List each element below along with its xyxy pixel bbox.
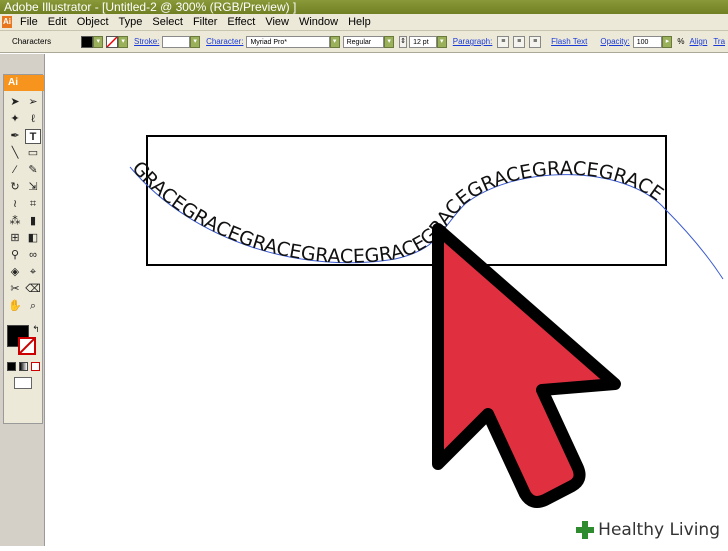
color-mode-icon[interactable] [7,362,16,371]
zoom-tool-icon[interactable]: ⌕ [25,299,41,314]
selection-tool-icon[interactable]: ➤ [7,95,23,110]
mesh-tool-icon[interactable]: ⊞ [7,231,23,246]
slice-tool-icon[interactable]: ✂ [7,282,23,297]
menu-bar: Ai File Edit Object Type Select Filter E… [0,14,728,31]
none-slash-icon [19,338,35,354]
align-left-icon[interactable]: ≡ [497,35,510,48]
live-paint-selection-tool-icon[interactable]: ⌖ [25,265,41,280]
opacity-link[interactable]: Opacity: [600,37,629,46]
rotate-tool-icon[interactable]: ↻ [7,180,23,195]
watermark-text: Healthy Living [598,520,720,540]
menu-filter[interactable]: Filter [188,14,222,31]
menu-file[interactable]: File [15,14,43,31]
font-family-field[interactable]: Myriad Pro* [246,35,330,48]
symbol-sprayer-tool-icon[interactable]: ⁂ [7,214,23,229]
menu-type[interactable]: Type [114,14,148,31]
mouse-pointer-icon [432,223,621,508]
warp-tool-icon[interactable]: ≀ [7,197,23,212]
live-paint-tool-icon[interactable]: ◈ [7,265,23,280]
menu-edit[interactable]: Edit [43,14,72,31]
tools-panel: Ai ➤ ➢ ✦ ℓ ✒ T ╲ ▭ ∕ ✎ ↻ ⇲ ≀ ⌗ ⁂ ▮ ⊞ ◧ ⚲… [3,74,44,424]
type-tool-icon[interactable]: T [25,129,41,144]
magic-wand-tool-icon[interactable]: ✦ [7,112,23,127]
fill-dropdown-icon[interactable]: ▾ [93,35,104,48]
gradient-mode-icon[interactable] [19,362,28,371]
lasso-tool-icon[interactable]: ℓ [25,112,41,127]
stroke-weight-field[interactable] [162,35,191,48]
font-size-stepper-icon[interactable]: ⇕ [399,35,408,48]
eraser-tool-icon[interactable]: ⌫ [25,282,41,297]
direct-selection-tool-icon[interactable]: ➢ [25,95,41,110]
opacity-dropdown-icon[interactable]: ▸ [662,35,673,48]
scale-tool-icon[interactable]: ⇲ [25,180,41,195]
control-bar: Characters ▾ ▾ Stroke: ▾ Character: Myri… [0,31,728,53]
type-on-path-text[interactable]: GRACEGRACEGRACEGRACEGRACEGRACEGRACEGRACE… [128,157,668,268]
pencil-tool-icon[interactable]: ✎ [25,163,41,178]
align-center-icon[interactable]: ≡ [513,35,526,48]
stroke-color-box[interactable] [18,337,36,355]
left-panel: Ai ➤ ➢ ✦ ℓ ✒ T ╲ ▭ ∕ ✎ ↻ ⇲ ≀ ⌗ ⁂ ▮ ⊞ ◧ ⚲… [0,54,45,546]
align-link[interactable]: Align [690,37,708,46]
font-size-field[interactable]: 12 pt [409,35,437,48]
stroke-color-dropdown-icon[interactable]: ▾ [118,35,129,48]
opacity-unit: % [677,37,685,46]
menu-view[interactable]: View [260,14,294,31]
transform-link[interactable]: Tra [713,37,725,46]
path-text-content: GRACEGRACEGRACEGRACEGRACEGRACEGRACEGRACE… [128,157,668,268]
paintbrush-tool-icon[interactable]: ∕ [7,163,23,178]
menu-object[interactable]: Object [72,14,114,31]
artboard-canvas[interactable]: GRACEGRACEGRACEGRACEGRACEGRACEGRACEGRACE… [45,54,728,546]
opacity-field[interactable]: 100 [632,35,663,48]
plus-icon [576,521,595,539]
stroke-link[interactable]: Stroke: [134,37,159,46]
menu-help[interactable]: Help [343,14,376,31]
fill-swatch[interactable] [81,35,94,48]
rectangle-tool-icon[interactable]: ▭ [25,146,41,161]
swap-colors-icon[interactable]: ↰ [31,322,41,337]
free-transform-tool-icon[interactable]: ⌗ [25,197,41,212]
blend-tool-icon[interactable]: ∞ [25,248,41,263]
app-icon[interactable]: Ai [2,16,12,28]
menu-select[interactable]: Select [147,14,188,31]
stroke-swatch[interactable] [106,35,119,48]
no-stroke-icon [107,36,118,47]
column-graph-tool-icon[interactable]: ▮ [25,214,41,229]
hand-tool-icon[interactable]: ✋ [7,299,23,314]
font-size-dropdown-icon[interactable]: ▾ [436,35,447,48]
flash-text-link[interactable]: Flash Text [551,37,587,46]
align-right-icon[interactable]: ≡ [529,35,542,48]
line-tool-icon[interactable]: ╲ [7,146,23,161]
character-link[interactable]: Character: [206,37,243,46]
screen-mode-icon[interactable] [14,377,32,389]
gradient-tool-icon[interactable]: ◧ [25,231,41,246]
menu-effect[interactable]: Effect [222,14,260,31]
stroke-weight-dropdown-icon[interactable]: ▾ [190,35,201,48]
font-style-field[interactable]: Regular [342,35,385,48]
eyedropper-tool-icon[interactable]: ⚲ [7,248,23,263]
ai-logo: Ai [4,75,44,91]
menu-window[interactable]: Window [294,14,343,31]
window-title: Adobe Illustrator - [Untitled-2 @ 300% (… [4,0,297,14]
font-style-dropdown-icon[interactable]: ▾ [384,35,395,48]
pen-tool-icon[interactable]: ✒ [7,129,23,144]
artwork: GRACEGRACEGRACEGRACEGRACEGRACEGRACEGRACE… [128,135,724,508]
watermark: Healthy Living [572,518,724,542]
title-bar: Adobe Illustrator - [Untitled-2 @ 300% (… [0,0,728,14]
font-family-dropdown-icon[interactable]: ▾ [329,35,340,48]
none-mode-icon[interactable] [31,362,40,371]
paragraph-link[interactable]: Paragraph: [453,37,493,46]
panel-label: Characters [12,37,52,46]
